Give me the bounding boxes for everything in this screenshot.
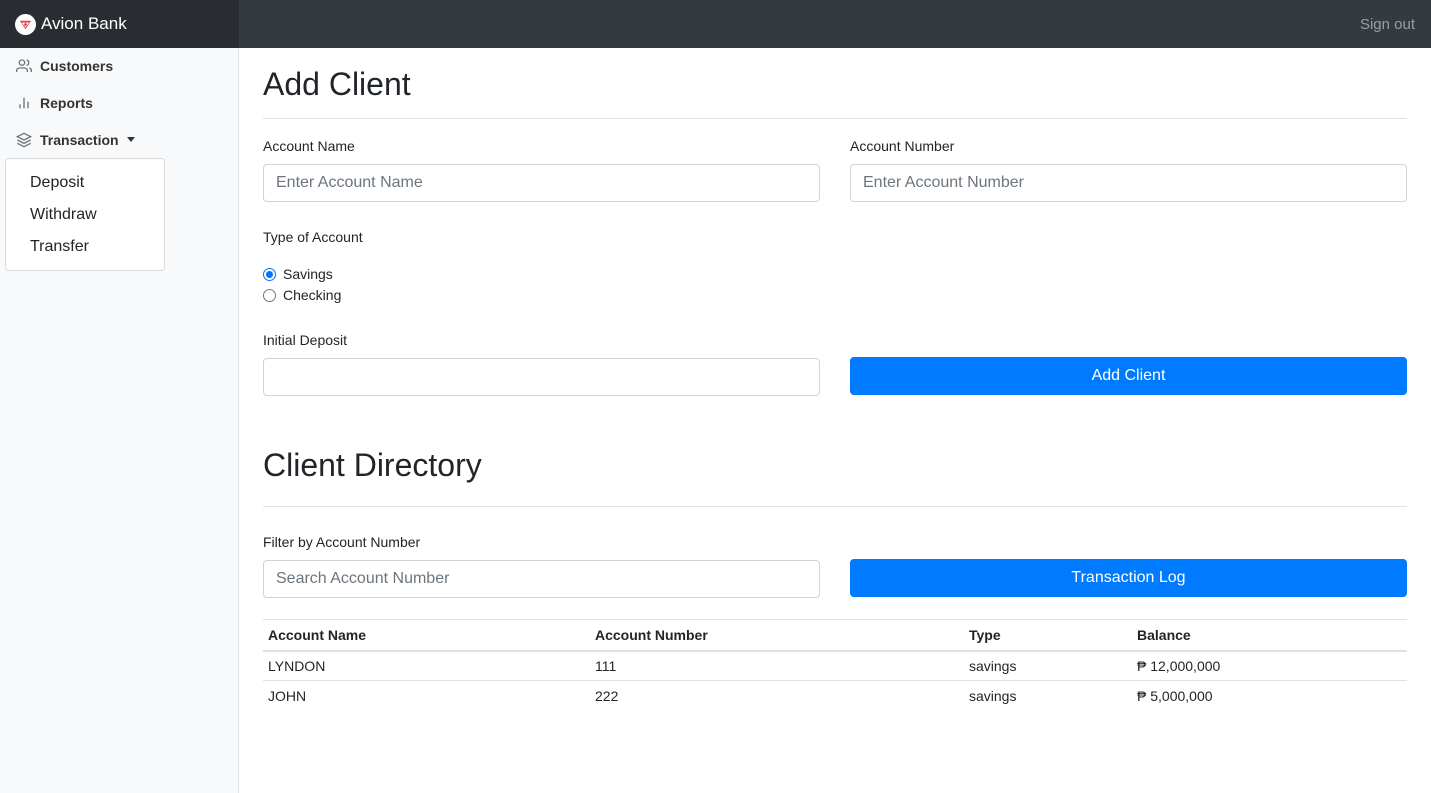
bar-chart-icon xyxy=(19,97,29,108)
radio-savings[interactable]: Savings xyxy=(263,266,333,282)
sign-out-link[interactable]: Sign out xyxy=(1360,16,1415,33)
dropdown-item-deposit[interactable]: Deposit xyxy=(6,167,164,199)
radio-checking[interactable]: Checking xyxy=(263,287,341,303)
account-type-label: Type of Account xyxy=(263,229,363,245)
cell-type: savings xyxy=(969,687,1017,704)
cell-account-number: 222 xyxy=(595,687,619,704)
layers-icon xyxy=(16,132,32,147)
radio-label: Checking xyxy=(283,287,342,303)
radio-button-checked[interactable] xyxy=(263,267,276,281)
users-icon xyxy=(16,58,32,72)
initial-deposit-label: Initial Deposit xyxy=(263,332,348,348)
sidebar-item-reports[interactable]: Reports xyxy=(0,84,238,121)
client-table: Account Name Account Number Type Balance… xyxy=(263,619,1407,711)
account-number-input[interactable] xyxy=(850,164,1407,202)
table-row[interactable]: LYNDON 111 savings ₱ 12,000,000 xyxy=(263,650,1407,681)
top-navbar: Avion Bank Sign out xyxy=(0,0,1431,48)
column-header: Account Number xyxy=(590,619,964,652)
bank-logo-icon xyxy=(15,13,36,35)
column-header: Account Name xyxy=(263,619,590,652)
account-number-search-input[interactable] xyxy=(263,560,820,598)
divider xyxy=(263,506,1407,507)
account-name-label: Account Name xyxy=(263,138,355,154)
cell-balance: ₱ 5,000,000 xyxy=(1137,687,1213,704)
cell-account-number: 111 xyxy=(590,650,964,681)
account-number-label: Account Number xyxy=(850,138,955,154)
caret-down-icon xyxy=(126,137,135,142)
sidebar-item-customers[interactable]: Customers xyxy=(0,47,238,84)
cell-account-name: LYNDON xyxy=(263,650,590,681)
cell-type: savings xyxy=(964,650,1132,681)
brand-name: Avion Bank xyxy=(41,14,127,33)
add-client-title: Add Client xyxy=(263,66,411,102)
cell-balance: ₱ 12,000,000 xyxy=(1132,650,1407,681)
transaction-log-button[interactable]: Transaction Log xyxy=(850,559,1407,597)
account-name-input[interactable] xyxy=(263,164,820,202)
column-header: Type xyxy=(964,619,1132,652)
sidebar-item-transaction[interactable]: Transaction xyxy=(0,121,238,158)
brand[interactable]: Avion Bank xyxy=(0,0,239,48)
transaction-dropdown-menu: Deposit Withdraw Transfer xyxy=(5,158,165,271)
dropdown-item-withdraw[interactable]: Withdraw xyxy=(6,199,164,231)
table-row[interactable]: JOHN 222 savings ₱ 5,000,000 xyxy=(263,681,1407,711)
add-client-button[interactable]: Add Client xyxy=(850,357,1407,395)
sidebar-item-label: Reports xyxy=(40,94,93,111)
sidebar-item-label: Transaction xyxy=(40,131,119,148)
sidebar: Customers Reports Transaction Deposit Wi… xyxy=(0,48,239,793)
client-directory-title: Client Directory xyxy=(263,447,482,483)
initial-deposit-input[interactable] xyxy=(263,358,820,396)
cell-account-name: JOHN xyxy=(268,687,307,704)
dropdown-item-transfer[interactable]: Transfer xyxy=(6,231,164,263)
radio-label: Savings xyxy=(283,266,333,282)
sidebar-item-label: Customers xyxy=(40,57,114,74)
radio-button[interactable] xyxy=(263,288,276,302)
divider xyxy=(263,118,1407,119)
table-header-row: Account Name Account Number Type Balance xyxy=(263,619,1407,652)
column-header: Balance xyxy=(1132,619,1407,652)
filter-label: Filter by Account Number xyxy=(263,534,421,550)
